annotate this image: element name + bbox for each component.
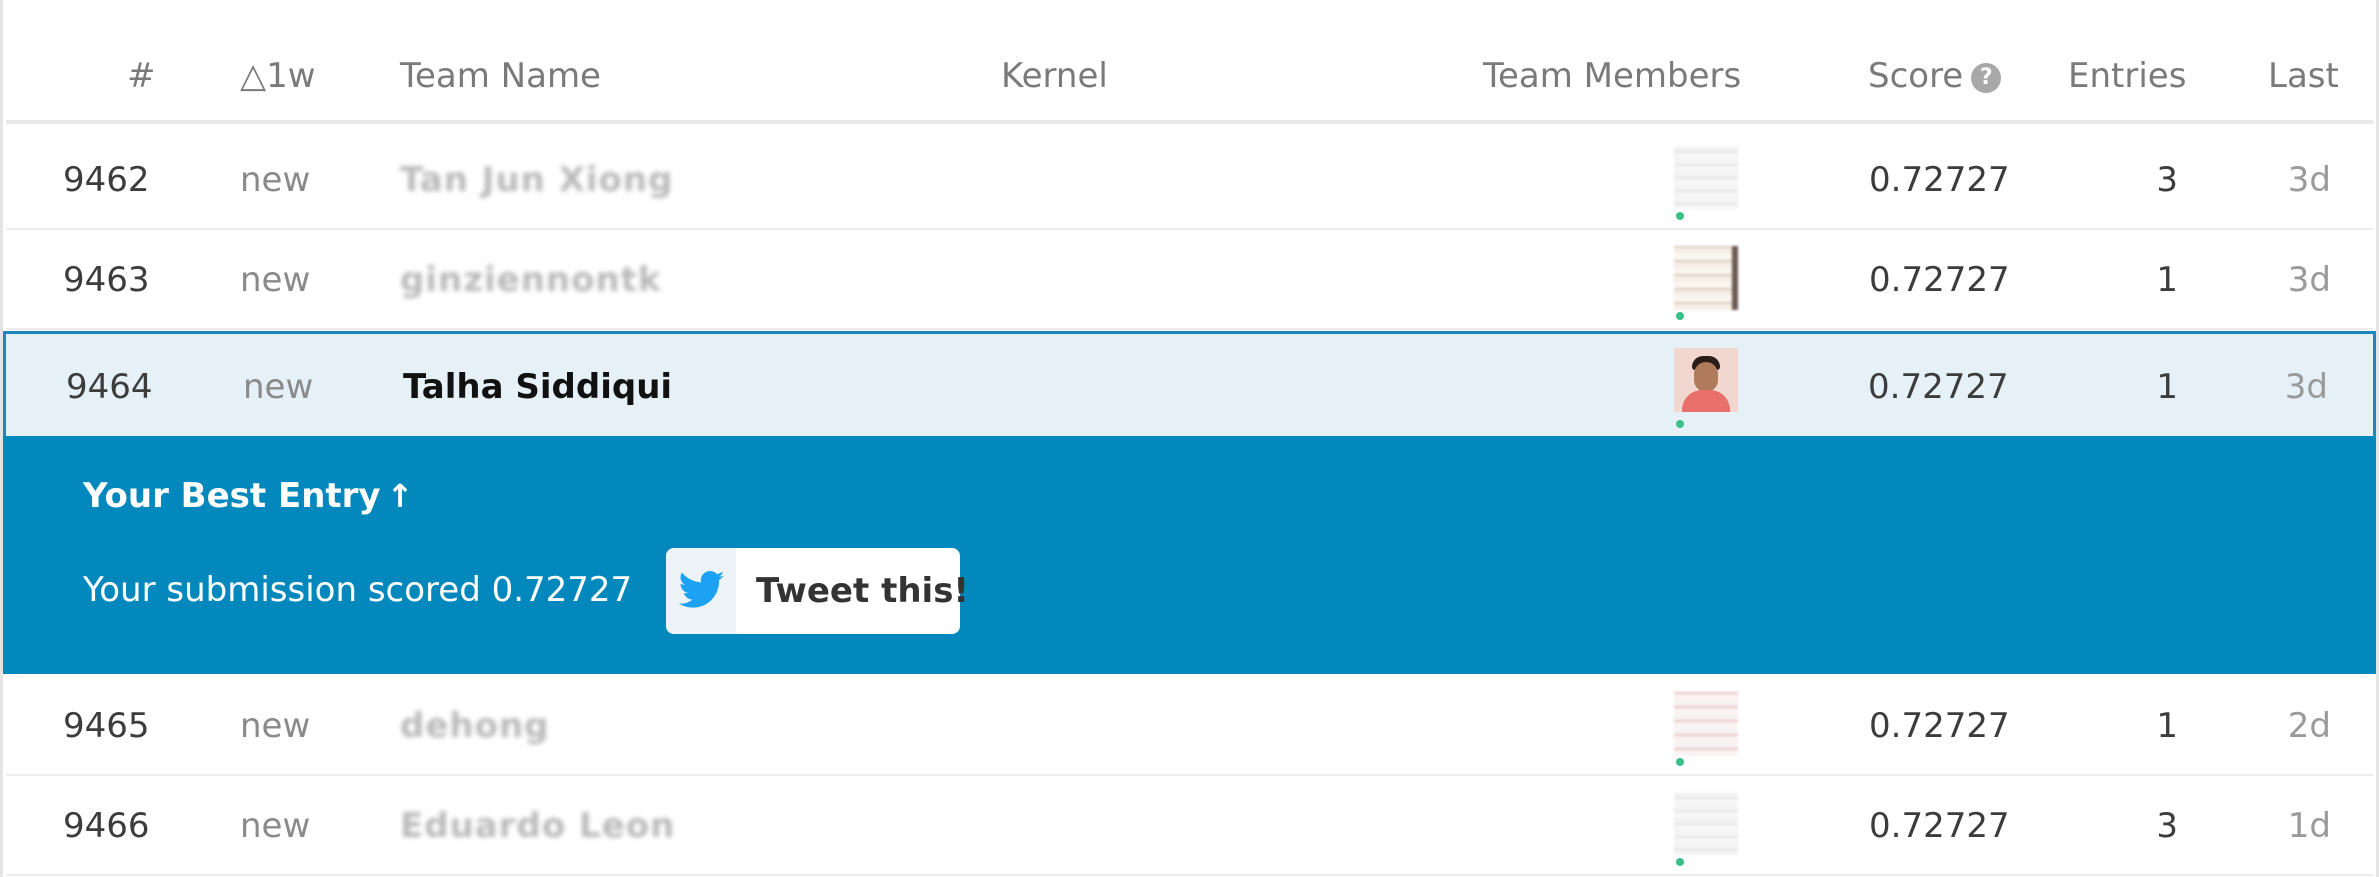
- row-score: 0.72727: [1869, 160, 2010, 200]
- row-team-name[interactable]: dehong: [400, 676, 550, 776]
- avatar[interactable]: [1674, 692, 1738, 756]
- avatar-body: [1682, 390, 1730, 412]
- tweet-button-label[interactable]: Tweet this!: [756, 548, 969, 634]
- row-change: new: [243, 367, 314, 407]
- online-indicator: [1676, 312, 1684, 320]
- row-entries: 1: [2156, 367, 2178, 407]
- row-entries: 3: [2156, 806, 2178, 846]
- row-last: 3d: [2287, 260, 2331, 300]
- header-entries[interactable]: Entries: [2068, 56, 2186, 96]
- row-rank: 9466: [63, 806, 150, 846]
- online-indicator: [1676, 858, 1684, 866]
- leaderboard: # △1w Team Name Kernel Team Members Scor…: [0, 0, 2379, 877]
- avatar[interactable]: [1674, 348, 1738, 412]
- row-team-name[interactable]: ginziennontk: [400, 230, 662, 330]
- row-change: new: [240, 806, 311, 846]
- help-icon[interactable]: ?: [1971, 63, 2002, 93]
- row-change: new: [240, 706, 311, 746]
- twitter-icon-box: [666, 548, 736, 634]
- tweet-button[interactable]: Tweet this!: [666, 548, 969, 634]
- row-change: new: [240, 160, 311, 200]
- row-team-name[interactable]: Tan Jun Xiong: [400, 130, 673, 230]
- header-kernel[interactable]: Kernel: [1001, 56, 1108, 96]
- avatar-face: [1694, 362, 1718, 392]
- avatar[interactable]: [1674, 792, 1738, 856]
- header-change[interactable]: △1w: [240, 56, 316, 96]
- arrow-up-icon: ↑: [386, 477, 414, 515]
- row-rank: 9464: [66, 367, 153, 407]
- row-rank: 9465: [63, 706, 150, 746]
- online-indicator: [1676, 420, 1684, 428]
- row-last: 3d: [2287, 160, 2331, 200]
- leaderboard-header: # △1w Team Name Kernel Team Members Scor…: [6, 0, 2373, 124]
- header-team-members[interactable]: Team Members: [1483, 56, 1741, 96]
- row-entries: 1: [2156, 260, 2178, 300]
- row-change: new: [240, 260, 311, 300]
- best-entry-score-text: Your submission scored 0.72727: [83, 570, 633, 610]
- avatar[interactable]: [1674, 146, 1738, 210]
- row-score: 0.72727: [1869, 806, 2010, 846]
- best-entry-banner: Your Best Entry ↑ Your submission scored …: [3, 436, 2376, 674]
- header-last[interactable]: Last: [2268, 56, 2339, 96]
- row-last: 2d: [2287, 706, 2331, 746]
- row-team-name[interactable]: Eduardo Leon: [400, 776, 675, 876]
- twitter-icon: [679, 571, 725, 608]
- avatar[interactable]: [1674, 246, 1738, 310]
- row-rank: 9463: [63, 260, 150, 300]
- table-row[interactable]: 9465 new dehong 0.72727 1 2d: [6, 676, 2373, 776]
- row-entries: 1: [2156, 706, 2178, 746]
- table-row[interactable]: 9463 new ginziennontk 0.72727 1 3d: [6, 230, 2373, 330]
- online-indicator: [1676, 212, 1684, 220]
- table-row[interactable]: 9466 new Eduardo Leon 0.72727 3 1d: [6, 776, 2373, 876]
- row-rank: 9462: [63, 160, 150, 200]
- table-row[interactable]: 9462 new Tan Jun Xiong 0.72727 3 3d: [6, 130, 2373, 230]
- header-score-label[interactable]: Score: [1868, 56, 1963, 96]
- header-team-name[interactable]: Team Name: [400, 56, 601, 96]
- row-score: 0.72727: [1868, 367, 2009, 407]
- online-indicator: [1676, 758, 1684, 766]
- best-entry-title-text: Your Best Entry: [83, 476, 381, 516]
- row-score: 0.72727: [1869, 260, 2010, 300]
- row-team-name[interactable]: Talha Siddiqui: [403, 334, 672, 440]
- best-entry-title: Your Best Entry ↑: [83, 476, 413, 516]
- table-row-current-user[interactable]: 9464 new Talha Siddiqui 0.72727 1 3d: [3, 331, 2376, 437]
- header-score[interactable]: Score?: [1868, 56, 2002, 96]
- header-rank[interactable]: #: [127, 56, 156, 96]
- row-score: 0.72727: [1869, 706, 2010, 746]
- row-last: 1d: [2287, 806, 2331, 846]
- row-last: 3d: [2284, 367, 2328, 407]
- row-entries: 3: [2156, 160, 2178, 200]
